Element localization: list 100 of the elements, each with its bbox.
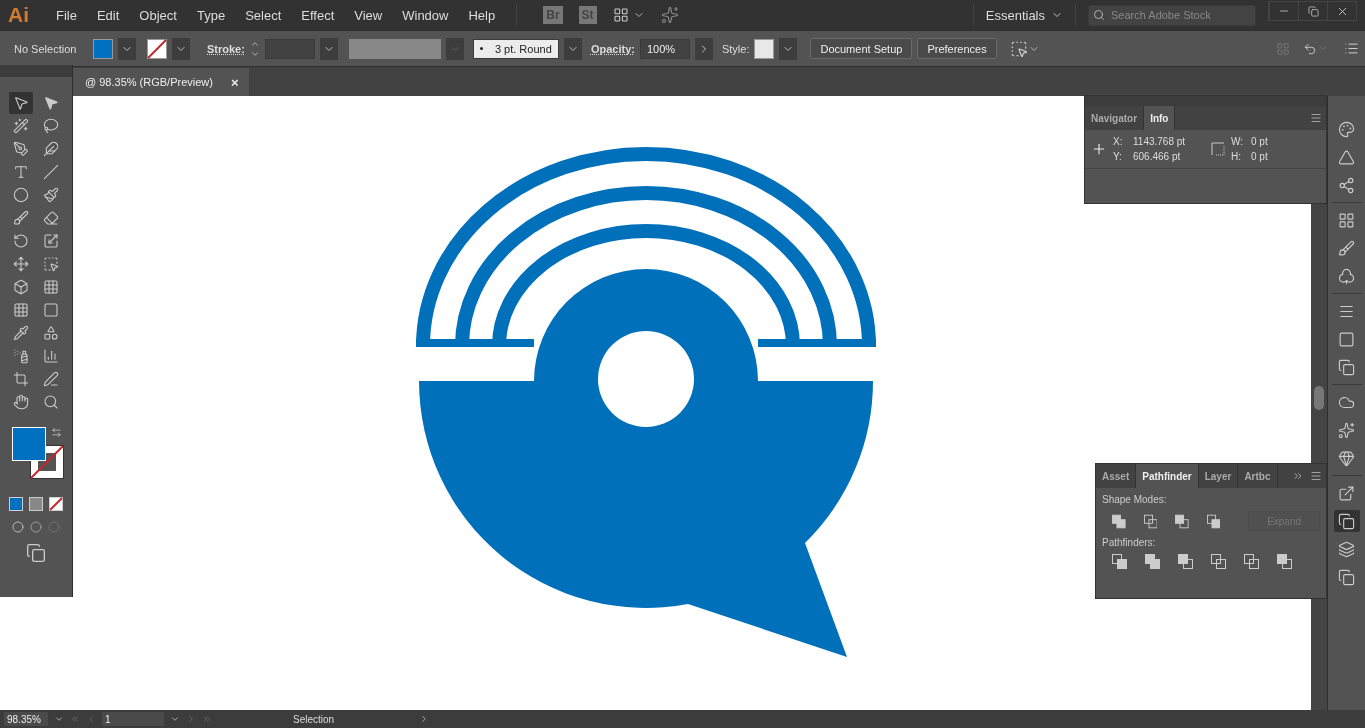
- overlapping-squares-icon[interactable]: [1206, 513, 1221, 529]
- panel-tab[interactable]: Pathfinder: [1136, 464, 1199, 488]
- document-tab[interactable]: @ 98.35% (RGB/Preview) ×: [73, 68, 249, 96]
- pathfinders-label: Pathfinders:: [1102, 537, 1157, 548]
- artboard-field[interactable]: 1: [102, 712, 164, 726]
- more-tabs-icon: [1292, 470, 1304, 482]
- style-swatch[interactable]: [754, 38, 775, 59]
- select-similar-icon: [1009, 39, 1028, 58]
- zoom-field[interactable]: 98.35%: [4, 712, 48, 726]
- blend-icon: [43, 325, 59, 341]
- selection-label: No Selection: [14, 42, 78, 55]
- move-icon: [13, 256, 29, 272]
- h-value: 0 pt: [1251, 151, 1268, 162]
- scale-icon: [43, 233, 59, 249]
- menu-item[interactable]: File: [47, 7, 86, 23]
- opacity-label: Opacity:: [590, 42, 635, 55]
- caret-icon[interactable]: [563, 37, 582, 60]
- line-icon: [43, 164, 59, 180]
- artboard-icon: [13, 371, 29, 387]
- menu-item[interactable]: Type: [187, 7, 235, 23]
- caret-icon: [170, 714, 180, 724]
- eraser-icon: [43, 210, 59, 226]
- bar-graph-icon: [43, 348, 59, 364]
- caret-icon[interactable]: [118, 37, 136, 60]
- menu-item[interactable]: Effect: [292, 7, 344, 23]
- x-value: 1143.768 pt: [1133, 136, 1186, 147]
- menu-item[interactable]: View: [345, 7, 392, 23]
- status-menu-icon: [419, 714, 429, 724]
- feather-icon: [43, 141, 59, 157]
- caret-icon[interactable]: [694, 37, 713, 60]
- control-button[interactable]: Document Setup: [810, 38, 913, 59]
- overlapping-squares-icon[interactable]: [1178, 554, 1193, 569]
- menu-item[interactable]: Object: [130, 7, 186, 23]
- caret-icon[interactable]: [172, 37, 190, 60]
- overlapping-squares-icon[interactable]: [1277, 554, 1292, 569]
- panel-tab[interactable]: Info: [1144, 106, 1176, 130]
- panel-tab[interactable]: Layer: [1198, 464, 1239, 488]
- stroke-weight-field[interactable]: [264, 38, 315, 59]
- color-mode-button[interactable]: [9, 497, 23, 511]
- panel-tab[interactable]: Artbc: [1238, 464, 1278, 488]
- overlapping-squares-icon[interactable]: [1244, 554, 1259, 569]
- tool-button[interactable]: [9, 92, 33, 114]
- club-icon: [1338, 267, 1355, 285]
- mesh-icon: [13, 302, 29, 318]
- fill-swatch[interactable]: [93, 38, 113, 59]
- dimensions-icon: [1211, 142, 1225, 156]
- panel-menu-icon: [1310, 112, 1322, 124]
- current-tool: Selection: [293, 713, 336, 725]
- layout-icon: [612, 7, 629, 23]
- overlapping-squares-icon[interactable]: [1143, 513, 1158, 529]
- network-icon: [1338, 176, 1355, 194]
- rotate-icon: [13, 233, 29, 249]
- overlapping-squares-icon[interactable]: [1175, 513, 1189, 529]
- fill-color-swatch[interactable]: [12, 427, 46, 461]
- y-value: 606.466 pt: [1133, 151, 1182, 162]
- overlapping-squares-icon[interactable]: [1112, 513, 1126, 529]
- none-mode-button[interactable]: [49, 497, 63, 511]
- control-button[interactable]: Preferences: [917, 38, 997, 59]
- search-field[interactable]: Search Adobe Stock: [1088, 4, 1256, 26]
- document-title: @ 98.35% (RGB/Preview): [85, 76, 213, 88]
- layers-icon: [1338, 540, 1355, 558]
- overlapping-squares-icon[interactable]: [1145, 554, 1160, 569]
- draw-behind-icon: [30, 521, 42, 533]
- type-icon: [13, 164, 29, 180]
- perspective-grid-icon: [43, 279, 59, 295]
- tab-close[interactable]: ×: [230, 74, 239, 90]
- y-label: Y:: [1113, 151, 1123, 162]
- dock-button[interactable]: [1333, 510, 1360, 532]
- overlapping-squares-icon[interactable]: [1112, 554, 1127, 569]
- arrow-icon: [43, 95, 59, 111]
- hand-icon: [13, 394, 29, 410]
- menu-item[interactable]: Window: [393, 7, 458, 23]
- magic-wand-icon: [13, 118, 29, 134]
- workspace-switcher[interactable]: Essentials: [985, 7, 1063, 23]
- shape-modes-label: Shape Modes:: [1102, 494, 1168, 505]
- brush-icon: [1338, 239, 1355, 257]
- draw-normal-icon: [12, 521, 24, 533]
- search-icon: [1093, 8, 1105, 21]
- brush-icon: [13, 210, 29, 226]
- opacity-field[interactable]: 100%: [639, 38, 690, 59]
- previous-artboard-icon: [86, 714, 96, 724]
- menu-item[interactable]: Select: [236, 7, 291, 23]
- stroke-swatch[interactable]: [147, 38, 167, 59]
- w-label: W:: [1231, 136, 1245, 147]
- brush-dot-icon: [479, 47, 483, 50]
- menu-item[interactable]: Help: [459, 7, 505, 23]
- last-artboard-icon: [202, 714, 212, 724]
- menu-icon: [1344, 41, 1359, 56]
- ellipse-icon: [13, 187, 29, 203]
- overlapping-squares-icon[interactable]: [1211, 554, 1226, 569]
- lasso-icon: [43, 118, 59, 134]
- brush-field[interactable]: 3 pt. Round: [472, 38, 559, 59]
- palette-icon: [1338, 120, 1355, 138]
- menu-item[interactable]: Edit: [87, 7, 129, 23]
- w-value: 0 pt: [1251, 136, 1268, 147]
- crosshair-icon: [1091, 141, 1107, 157]
- swap-icon: [51, 427, 62, 438]
- paintbrush-icon: [43, 187, 59, 203]
- stroke-label: Stroke:: [207, 42, 245, 55]
- caret-icon[interactable]: [319, 37, 338, 60]
